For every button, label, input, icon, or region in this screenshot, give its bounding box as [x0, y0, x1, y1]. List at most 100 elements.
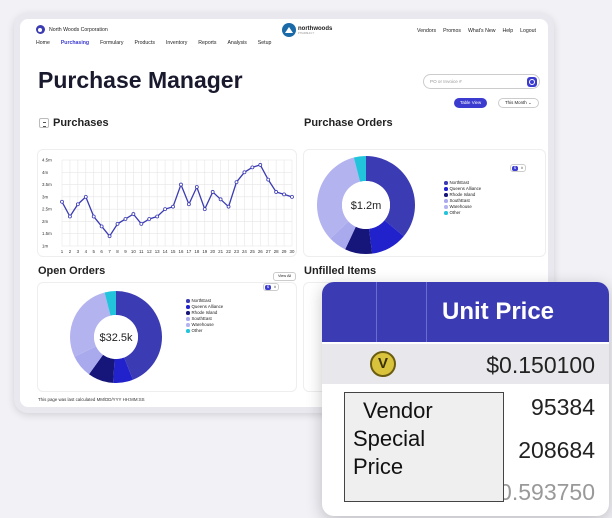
legend-label: Other [191, 328, 203, 333]
tree-icon [282, 23, 296, 37]
page-title: Purchase Manager [38, 67, 243, 93]
northwoods-logo: northwoods PHARMACY [282, 23, 332, 37]
data-point [258, 163, 263, 167]
zoom-callout: Unit Price V $0.150100 95384 208684 $0.5… [322, 282, 609, 516]
po-legend: NorthEast Queens Alliance Rhode Island Sout… [444, 180, 481, 216]
x-tick-label: 21 [218, 249, 223, 254]
legend-swatch [186, 311, 190, 315]
toggle-dollar[interactable]: $ [512, 166, 518, 171]
toggle-count[interactable]: # [521, 166, 523, 171]
data-point [107, 234, 112, 239]
menu-icon[interactable] [39, 118, 49, 128]
toggle-dollar[interactable]: $ [265, 285, 271, 290]
tooltip-line: Price [353, 454, 404, 479]
unit-price-value: $0.150100 [486, 352, 595, 378]
x-tick-label: 15 [171, 249, 176, 254]
header-divider [376, 282, 377, 342]
nav-home[interactable]: Home [36, 40, 50, 46]
x-tick-label: 5 [92, 249, 95, 254]
legend-label: NorthEast [449, 180, 470, 185]
table-view-button[interactable]: Table View [454, 98, 488, 108]
zoom-table-header: Unit Price [322, 282, 609, 342]
link-vendors[interactable]: Vendors [417, 28, 436, 34]
legend-swatch [186, 329, 190, 333]
legend-item: Other [444, 210, 481, 216]
donut-center-label: $1.2m [351, 200, 382, 212]
vendor-special-badge-icon[interactable]: V [370, 351, 396, 377]
oo-value-toggle[interactable]: $ # [263, 283, 279, 291]
company-name: North Woods Corporation [49, 26, 108, 33]
chevron-down-icon: ⌄ [527, 100, 532, 105]
period-select[interactable]: This Month ⌄ [498, 98, 539, 108]
nav-purchasing[interactable]: Purchasing [61, 40, 89, 46]
x-tick-label: 6 [100, 249, 103, 254]
x-tick-label: 19 [202, 249, 207, 254]
data-point [250, 165, 255, 170]
data-point [234, 180, 239, 185]
x-tick-label: 20 [210, 249, 215, 254]
x-tick-label: 24 [242, 249, 247, 254]
data-point [186, 202, 191, 207]
data-point [123, 217, 128, 221]
legend-swatch [444, 181, 448, 185]
legend-label: NorthEast [191, 298, 212, 303]
legend-item: Other [186, 328, 223, 334]
x-tick-label: 27 [266, 249, 271, 254]
data-point [68, 214, 72, 219]
nav-reports[interactable]: Reports [198, 40, 216, 46]
data-point [274, 190, 279, 194]
data-point [91, 214, 96, 219]
po-value-toggle[interactable]: $ # [510, 164, 526, 172]
view-all-button[interactable]: View All [273, 272, 297, 281]
legend-label: Other [449, 210, 461, 215]
nav-formulary[interactable]: Formulary [100, 40, 123, 46]
y-tick-label: 1.5m [42, 231, 52, 236]
legend-swatch [186, 317, 190, 321]
unit-price-value: 95384 [531, 394, 595, 420]
data-point [131, 212, 136, 216]
unit-price-header[interactable]: Unit Price [442, 298, 554, 326]
purchases-line-chart: 1m1.5m2m2.5m3m3.5m4m4.5m1 2 3 4 5 6 7 8 9 10 11 12 1… [42, 158, 295, 255]
data-point [60, 199, 64, 204]
open-orders-donut: $32.5k [70, 291, 163, 383]
tooltip-line: Vendor [363, 398, 433, 423]
data-point [226, 204, 231, 209]
purchases-heading: Purchases [53, 117, 109, 129]
x-tick-label: 23 [234, 249, 239, 254]
header-divider [426, 282, 427, 342]
nav-products[interactable]: Products [134, 40, 154, 46]
link-help[interactable]: Help [502, 28, 513, 34]
data-point [218, 197, 223, 202]
nav-analysis[interactable]: Analysis [227, 40, 246, 46]
logo-wordmark: northwoods PHARMACY [298, 26, 332, 35]
x-tick-label: 1 [61, 249, 64, 254]
company-brand[interactable]: North Woods Corporation [36, 25, 108, 34]
legend-label: Rhode Island [191, 310, 218, 315]
y-tick-label: 4m [42, 170, 48, 175]
open-orders-card: $32.5k NorthEast Queens Alliance Rhode Isl… [37, 282, 297, 392]
period-value: This Month [505, 100, 527, 105]
legend-label: Warehouse [449, 204, 472, 209]
link-logout[interactable]: Logout [520, 28, 536, 34]
data-point [194, 185, 199, 189]
nav-inventory[interactable]: Inventory [166, 40, 187, 46]
x-tick-label: 2 [69, 249, 72, 254]
x-tick-label: 11 [139, 249, 144, 254]
search-placeholder: PO or Invoice # [430, 79, 462, 84]
search-input[interactable]: PO or Invoice # [423, 74, 540, 89]
link-whats-new[interactable]: What's New [468, 28, 496, 34]
x-tick-label: 7 [108, 249, 111, 254]
toggle-count[interactable]: # [274, 285, 276, 290]
x-tick-label: 8 [116, 249, 119, 254]
legend-swatch [444, 205, 448, 209]
legend-swatch [444, 199, 448, 203]
data-point [115, 221, 120, 226]
search-icon[interactable] [527, 77, 537, 87]
link-promos[interactable]: Promos [443, 28, 461, 34]
y-tick-label: 1m [42, 244, 48, 249]
x-tick-label: 18 [194, 249, 199, 254]
nav-setup[interactable]: Setup [258, 40, 272, 46]
data-point [179, 182, 183, 187]
x-tick-label: 28 [274, 249, 279, 254]
unit-price-value: 208684 [518, 437, 595, 463]
